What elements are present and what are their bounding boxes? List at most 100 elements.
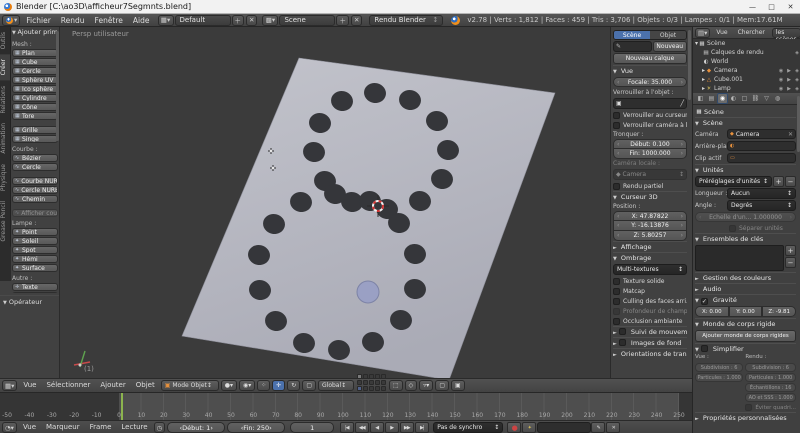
operator-panel-header[interactable]: ▼Opérateur (0, 295, 60, 307)
view3d-menu-vue[interactable]: Vue (18, 379, 41, 392)
decrement-icon[interactable]: ‹ (617, 79, 619, 86)
panel-checkbox[interactable] (701, 345, 708, 352)
layer-dot-11[interactable] (357, 386, 362, 391)
npanel-scrollbar[interactable] (688, 30, 691, 100)
add-texte-button[interactable]: ✛Texte (12, 283, 58, 291)
add-layout-button[interactable]: ＋ (232, 15, 245, 26)
properties-tab-physics[interactable]: ◍ (772, 93, 783, 104)
lock-object-field[interactable]: ▣╱ (613, 98, 687, 109)
restrict-eye-icon[interactable]: ◉ (777, 68, 785, 74)
render-engine-select[interactable]: Rendu Blender↕ (369, 15, 443, 26)
simplify-render-subdivision[interactable]: Subdivision : 6 (745, 363, 796, 372)
simplify-render-ao-et-sss[interactable]: AO et SSS : 1.000 (745, 393, 796, 402)
properties-tab-render-layers[interactable]: ▤ (706, 93, 717, 104)
jump-to-end-button[interactable]: ▶| (415, 422, 429, 433)
play-button[interactable]: ▶ (385, 422, 399, 433)
add-armature-button[interactable]: ✛Armature (12, 292, 58, 293)
outliner-menu-vue[interactable]: Vue (711, 27, 732, 39)
pivot-point-select[interactable]: ◉▾ (239, 380, 255, 391)
mode-select[interactable]: ▣Mode Objet ↕ (161, 380, 219, 391)
add-chemin-button[interactable]: ∿Chemin (12, 195, 58, 203)
panel-header-scene[interactable]: ▼ Scène (695, 117, 796, 128)
restrict-select-icon[interactable]: ▶ (785, 77, 793, 83)
list-add-button[interactable]: + (785, 245, 796, 256)
layer-dot-14[interactable] (375, 386, 380, 391)
keying-set-icon[interactable]: ✦ (522, 422, 536, 433)
current-frame-playhead[interactable] (121, 393, 123, 420)
pivot-align-toggle[interactable]: ⁘ (257, 380, 270, 391)
unit-presets-select[interactable]: Préréglages d'unités↕ (695, 176, 772, 187)
translate-manipulator[interactable]: ✛ (272, 380, 285, 391)
tool-shelf-scrollbar[interactable] (56, 31, 59, 141)
panel-header-audio[interactable]: ► Audio (695, 283, 796, 294)
opengl-render-anim-icon[interactable]: ▣ (451, 380, 465, 391)
delete-scene-button[interactable]: ✕ (351, 15, 362, 26)
timeline-menu-marqueur[interactable]: Marqueur (41, 421, 85, 433)
add-point-button[interactable]: ✦Point (12, 228, 58, 236)
restrict-render-icon[interactable]: ◈ (793, 77, 800, 83)
angle-select[interactable]: Degrés↕ (727, 200, 796, 211)
display-plate-object[interactable] (182, 58, 555, 380)
add-preset-button[interactable]: + (773, 176, 784, 187)
outliner-row-cube-001[interactable]: ▸△Cube.001◉▶◈ (693, 75, 800, 84)
restrict-render-icon[interactable]: ◈ (793, 68, 800, 74)
add-spot-button[interactable]: ✦Spot (12, 246, 58, 254)
restrict-select-icon[interactable]: ▶ (785, 68, 793, 74)
add-soleil-button[interactable]: ✦Soleil (12, 237, 58, 245)
simplify-render-echantillons[interactable]: Échantillons : 16 (745, 383, 796, 392)
panel-header-unites[interactable]: ▼ Unités (695, 164, 796, 175)
checkbox-culling-des-faces-arri[interactable]: Culling des faces arri... (613, 296, 687, 306)
restrict-render-icon[interactable]: ◈ (793, 50, 800, 56)
shelf-tab-animation[interactable]: Animation (0, 118, 11, 159)
add-cercle-button[interactable]: ∿Cercle (12, 163, 58, 171)
remove-preset-button[interactable]: − (785, 176, 796, 187)
layer-dot-6[interactable] (357, 380, 362, 385)
panel-header-ombrage[interactable]: ▼ Ombrage (613, 252, 687, 263)
scene-icon[interactable]: ▩▾ (262, 15, 278, 26)
properties-tab-world[interactable]: ◐ (728, 93, 739, 104)
shelf-tab-relations[interactable]: Relations (0, 81, 11, 119)
gp-data-field[interactable]: ✎ (613, 41, 652, 52)
jump-prev-keyframe-button[interactable]: ◀◀ (355, 422, 369, 433)
close-button[interactable]: ✕ (781, 0, 800, 14)
add-bezier-button[interactable]: ∿Bézier (12, 154, 58, 162)
properties-tab-constraints[interactable]: ⛓ (750, 93, 761, 104)
debut-field[interactable]: ‹Début: 0.100› (613, 139, 687, 149)
maximize-button[interactable]: □ (762, 0, 781, 14)
add-courbe-nurbs-button[interactable]: ∿Courbe NURBS (12, 177, 58, 185)
layer-dot-5[interactable] (381, 374, 386, 379)
outliner-filter-select[interactable]: Toutes les scènes (772, 28, 800, 38)
scene-field[interactable]: Scene (279, 15, 335, 26)
list-area[interactable] (695, 245, 784, 271)
gravity-y-field[interactable]: Y: 0.00 (729, 306, 763, 317)
menu-fenetre[interactable]: Fenêtre (90, 14, 128, 27)
checkbox-separer-unites[interactable]: Séparer unités (695, 223, 796, 233)
longueur-select[interactable]: Aucun↕ (727, 188, 796, 199)
shelf-tab-outils[interactable]: Outils (0, 27, 11, 54)
restrict-select-icon[interactable]: ▶ (785, 86, 793, 92)
screen-layout-field[interactable]: Default (175, 15, 231, 26)
timeline-menu-frame[interactable]: Frame (85, 421, 117, 433)
panel-checkbox[interactable] (619, 328, 626, 335)
3d-viewport[interactable]: Persp utilisateur (1) OutilsCréerRelatio… (0, 27, 692, 392)
layer-dot-8[interactable] (369, 380, 374, 385)
increment-icon[interactable]: › (681, 79, 683, 86)
jump-to-start-button[interactable]: |◀ (340, 422, 354, 433)
panel-header-orientations-de-transfor[interactable]: ► Orientations de transfor (613, 348, 687, 359)
add-cercle-nurbs-button[interactable]: ∿Cercle NURBS (12, 186, 58, 194)
restrict-eye-icon[interactable]: ◉ (777, 77, 785, 83)
checkbox-profondeur-de-champ[interactable]: Profondeur de champ (613, 306, 687, 316)
panel-header-ensembles-de-cles[interactable]: ▼ Ensembles de clés (695, 233, 796, 244)
gravity-x-field[interactable]: X: 0.00 (695, 306, 729, 317)
add-hemi-button[interactable]: ✦Hémi (12, 255, 58, 263)
panel-header-affichage[interactable]: ► Affichage (613, 241, 687, 252)
editor-type-timeline-button[interactable]: ◔▾ (2, 422, 17, 433)
gp-new-button[interactable]: Nouveau (653, 41, 688, 52)
gravity-z-field[interactable]: Z: -9.81 (762, 306, 796, 317)
shelf-tab-grease-pencil[interactable]: Grease Pencil (0, 196, 11, 247)
add-scene-button[interactable]: ＋ (336, 15, 349, 26)
echelle-d-un-field[interactable]: ‹Échelle d'un... 1.000000› (695, 212, 796, 222)
add-singe-button[interactable]: ▦Singe (12, 135, 58, 143)
sphere-object[interactable] (357, 281, 379, 303)
panel-header-gestion-des-couleurs[interactable]: ► Gestion des couleurs (695, 272, 796, 283)
